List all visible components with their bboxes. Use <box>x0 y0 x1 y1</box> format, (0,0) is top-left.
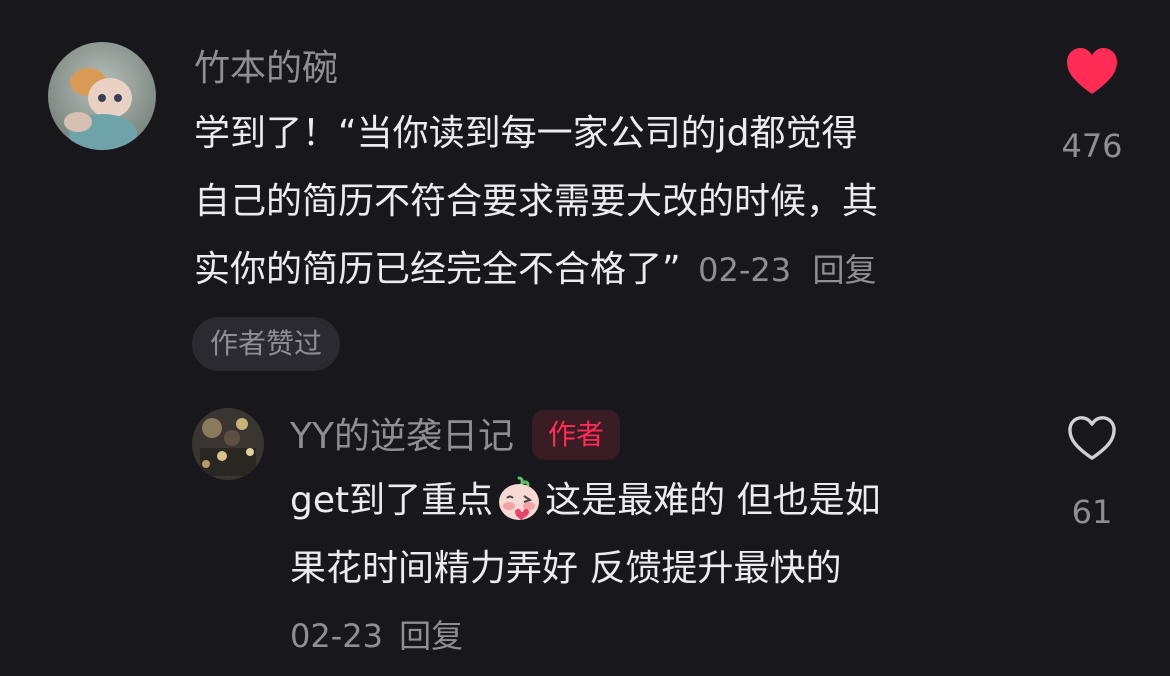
replier-avatar[interactable] <box>192 408 264 480</box>
replier-username[interactable]: YY的逆袭日记 <box>290 416 514 457</box>
comment-like-count: 476 <box>1061 127 1123 165</box>
commenter-username[interactable]: 竹本的碗 <box>194 47 338 91</box>
reply-meta-row: 02-23 回复 <box>290 616 463 656</box>
comment-line-last: 实你的简历已经完全不合格了” 02-23 回复 <box>194 236 878 304</box>
comment-line: 自己的简历不符合要求需要大改的时候，其 <box>194 181 879 222</box>
author-badge: 作者 <box>531 410 620 460</box>
reply-like-column: 61 <box>1042 414 1142 532</box>
heart-outline-icon[interactable] <box>1066 414 1118 466</box>
reply-text-segment: get到了重点 <box>290 480 494 521</box>
comment-reply-button[interactable]: 回复 <box>813 251 877 289</box>
comment-thread: 竹本的碗 学到了！“当你读到每一家公司的jd都觉得 自己的简历不符合要求需要大改… <box>0 0 1170 676</box>
comment-body: 学到了！“当你读到每一家公司的jd都觉得 自己的简历不符合要求需要大改的时候，其… <box>194 100 878 304</box>
comment-like-column: 476 <box>1042 46 1142 166</box>
heart-filled-icon[interactable] <box>1065 46 1119 100</box>
blushing-face-emoji-icon <box>495 474 543 522</box>
comment-date: 02-23 <box>698 251 792 289</box>
commenter-avatar[interactable] <box>48 42 156 150</box>
avatar-image <box>192 408 264 480</box>
comment-line: 实你的简历已经完全不合格了” <box>194 249 681 290</box>
avatar-image <box>48 42 156 150</box>
reply-reply-button[interactable]: 回复 <box>399 617 463 655</box>
replier-username-row: YY的逆袭日记 作者 <box>290 410 620 463</box>
reply-text-segment: 这是最难的 但也是如 <box>545 480 881 521</box>
author-liked-badge: 作者赞过 <box>192 317 341 371</box>
reply-line-1: get到了重点 这是最难的 但也是如 <box>290 467 881 535</box>
comment-line: 学到了！“当你读到每一家公司的jd都觉得 <box>194 113 858 154</box>
reply-date: 02-23 <box>290 617 383 655</box>
reply-line-2: 果花时间精力弄好 反馈提升最快的 <box>290 548 842 589</box>
reply-body: get到了重点 这是最难的 但也是如 果花时间精力弄好 反馈提升最快的 <box>290 467 881 603</box>
reply-like-count: 61 <box>1071 493 1113 531</box>
